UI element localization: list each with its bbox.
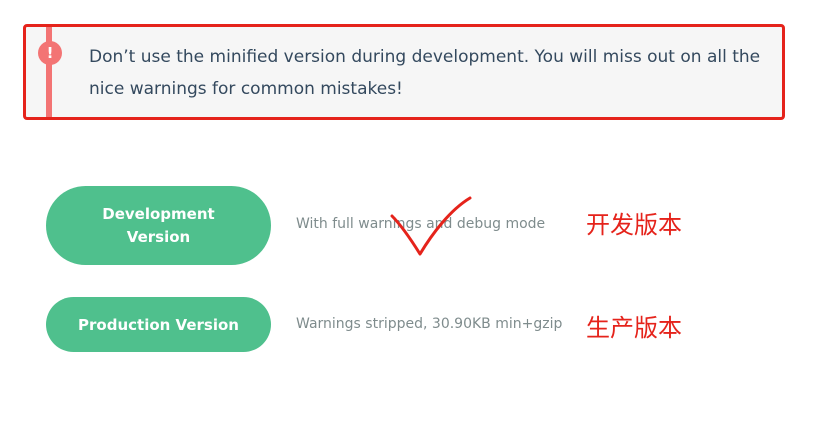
development-annotation: 开发版本 (586, 211, 682, 239)
checkmark-icon (390, 196, 472, 256)
production-annotation: 生产版本 (586, 314, 682, 342)
exclamation-icon: ! (38, 41, 62, 65)
production-version-button[interactable]: Production Version (46, 297, 271, 352)
warning-text: Don’t use the minified version during de… (89, 47, 761, 99)
development-version-button[interactable]: Development Version (46, 186, 271, 265)
production-version-description: Warnings stripped, 30.90KB min+gzip (296, 316, 563, 332)
warning-callout: ! Don’t use the minified version during … (23, 24, 785, 120)
